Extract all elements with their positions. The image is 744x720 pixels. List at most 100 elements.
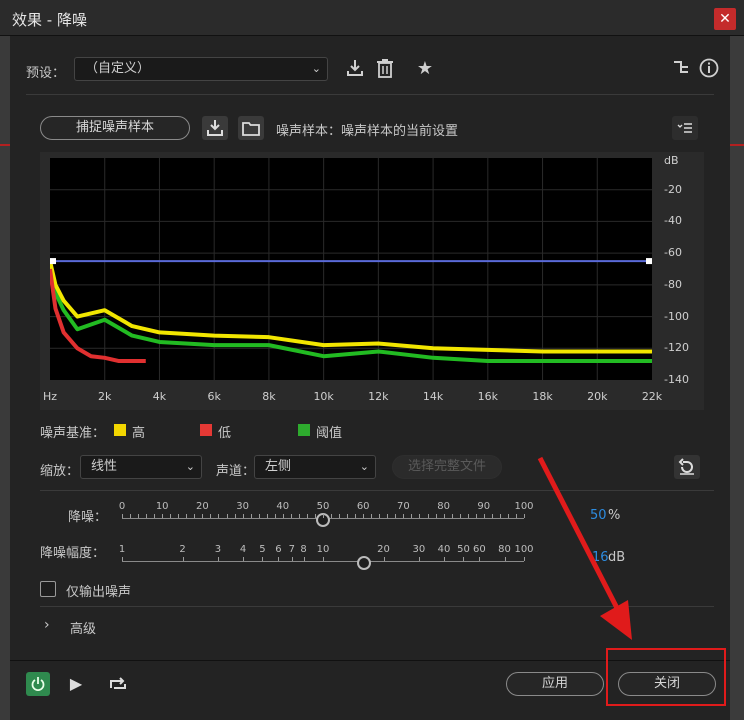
background-app-left — [0, 36, 10, 720]
y-tick-label: -80 — [664, 277, 682, 291]
noise-reduction-scale-label: 30 — [236, 501, 249, 512]
power-icon[interactable] — [26, 672, 50, 696]
tick-mark — [154, 514, 156, 518]
preset-dropdown[interactable]: （自定义） ⌄ — [74, 57, 328, 81]
tick-mark — [443, 514, 445, 518]
reduce-by-scale-label: 50 — [457, 544, 470, 555]
play-icon[interactable]: ▶ — [64, 672, 88, 696]
noise-reduction-scale-label: 60 — [356, 501, 370, 512]
x-tick-label: 8k — [262, 390, 276, 403]
tick-mark — [444, 557, 445, 561]
close-icon[interactable]: ✕ — [714, 8, 736, 30]
tick-mark — [371, 514, 373, 518]
tick-mark — [138, 514, 140, 518]
tick-mark — [475, 514, 477, 518]
chevron-right-icon[interactable]: › — [44, 617, 50, 633]
output-noise-only-checkbox[interactable] — [40, 581, 56, 597]
reduce-by-scale-label: 40 — [437, 544, 451, 555]
legend-threshold: 阈值 — [316, 426, 343, 441]
noise-reduction-unit: % — [608, 508, 621, 523]
reduce-by-value[interactable]: 16 — [592, 550, 609, 565]
tick-mark — [258, 514, 260, 518]
tick-mark — [226, 514, 228, 518]
tick-mark — [515, 514, 517, 518]
loop-icon[interactable] — [106, 672, 130, 696]
tick-mark — [242, 514, 244, 518]
tick-mark — [387, 514, 389, 518]
y-tick-label: -140 — [664, 373, 689, 386]
reduce-by-scale-label: 60 — [473, 544, 486, 555]
window-title: 效果 - 降噪 — [12, 11, 87, 29]
legend-high: 高 — [132, 426, 146, 441]
tick-mark — [298, 514, 300, 518]
tick-mark — [122, 514, 123, 518]
tick-mark — [274, 514, 276, 518]
tick-mark — [459, 514, 461, 518]
tick-mark — [130, 514, 132, 518]
reduce-by-knob[interactable] — [357, 556, 371, 570]
tick-mark — [217, 557, 219, 561]
tick-mark — [435, 514, 437, 518]
tick-mark — [218, 514, 220, 518]
reduce-by-track[interactable] — [122, 561, 524, 562]
x-tick-label: Hz — [42, 390, 58, 403]
noise-reduction-scale-label: 0 — [118, 501, 126, 512]
background-app-right — [730, 36, 744, 720]
tick-mark — [418, 557, 420, 561]
y-tick-label: -100 — [664, 309, 689, 323]
scale-label: 缩放： — [40, 464, 80, 479]
channel-dropdown[interactable]: 左侧 ⌄ — [254, 455, 376, 479]
x-tick-label: 20k — [587, 390, 608, 403]
tick-mark — [379, 514, 381, 518]
tick-mark — [339, 514, 341, 518]
noise-reduction-value[interactable]: 50 — [590, 508, 607, 523]
save-noise-print-icon[interactable] — [202, 116, 228, 140]
tick-mark — [323, 514, 324, 518]
tick-mark — [243, 557, 244, 561]
capture-noise-print-button[interactable]: 捕捉噪声样本 — [40, 116, 190, 140]
divider — [40, 606, 714, 607]
star-icon[interactable]: ★ — [414, 58, 436, 80]
divider — [40, 490, 714, 491]
y-tick-label: -120 — [664, 341, 689, 355]
tick-mark — [499, 514, 501, 518]
y-tick-label: -40 — [664, 214, 682, 228]
series-2-line — [50, 265, 652, 363]
x-tick-label: 22k — [641, 390, 663, 403]
highlight-box — [606, 648, 726, 706]
info-icon[interactable] — [698, 58, 720, 80]
legend-threshold-swatch — [298, 424, 310, 436]
apply-button[interactable]: 应用 — [506, 672, 604, 696]
noise-reduction-scale-label: 50 — [316, 501, 330, 512]
noise-reduction-scale-label: 100 — [514, 501, 534, 512]
graph-plot-area[interactable] — [50, 158, 652, 380]
reset-icon[interactable] — [674, 455, 700, 479]
tick-mark — [331, 514, 333, 518]
trash-icon[interactable] — [374, 58, 396, 80]
tick-mark — [234, 514, 236, 518]
download-preset-icon[interactable] — [344, 58, 366, 80]
routing-icon[interactable] — [670, 58, 692, 80]
channel-label: 声道： — [216, 464, 256, 479]
tick-mark — [411, 514, 413, 518]
menu-icon[interactable] — [672, 116, 698, 140]
tick-mark — [266, 514, 268, 518]
tick-mark — [182, 557, 184, 561]
advanced-label[interactable]: 高级 — [70, 618, 96, 637]
folder-icon[interactable] — [238, 116, 264, 140]
reduce-by-scale-label: 1 — [118, 544, 126, 555]
tick-mark — [395, 514, 397, 518]
tick-mark — [504, 557, 506, 561]
x-tick-label: 12k — [368, 390, 389, 403]
reduce-by-scale-label: 100 — [514, 544, 534, 555]
threshold-handle — [646, 258, 652, 265]
reduce-by-scale-label: 10 — [316, 544, 330, 555]
select-entire-file-button[interactable]: 选择完整文件 — [392, 455, 502, 479]
x-tick-label: 2k — [98, 390, 112, 403]
tick-mark — [146, 514, 148, 518]
scale-dropdown[interactable]: 线性 ⌄ — [80, 455, 202, 479]
tick-mark — [451, 514, 453, 518]
noise-sample-label: 噪声样本：噪声样本的当前设置 — [276, 124, 459, 139]
tick-mark — [194, 514, 196, 518]
tick-mark — [122, 557, 123, 561]
